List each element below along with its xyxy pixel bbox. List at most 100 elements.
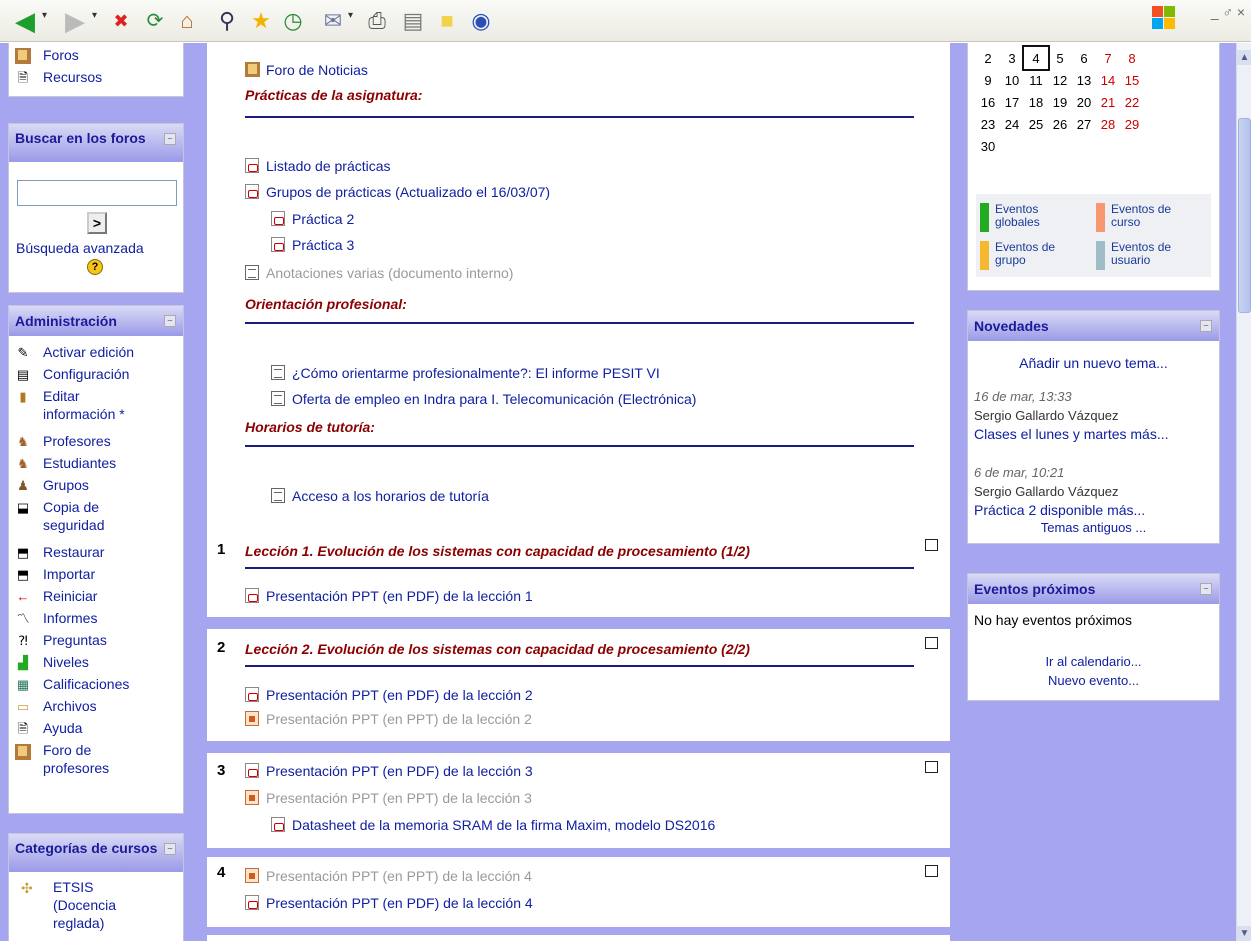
stop-icon[interactable]: ✖ bbox=[106, 6, 136, 36]
admin-item-preguntas[interactable]: ⁈ Preguntas bbox=[9, 631, 183, 653]
admin-item-grupos[interactable]: ♟ Grupos bbox=[9, 476, 183, 498]
admin-item-restaurar[interactable]: ⬒ Restaurar bbox=[9, 543, 183, 565]
mail-dropdown-icon[interactable]: ▾ bbox=[348, 10, 353, 21]
back-icon[interactable]: ◀ bbox=[10, 6, 40, 36]
help-icon[interactable]: ? bbox=[87, 259, 103, 275]
calendar-day[interactable]: 5 bbox=[1048, 47, 1072, 69]
calendar-day[interactable]: 17 bbox=[1000, 91, 1024, 113]
calendar-day[interactable]: 30 bbox=[976, 135, 1000, 157]
sidebar-item-foros[interactable]: Foros bbox=[9, 46, 183, 68]
tutoring-hours-link[interactable]: Acceso a los horarios de tutoría bbox=[271, 486, 489, 506]
highlight-checkbox[interactable] bbox=[925, 539, 938, 551]
highlight-checkbox[interactable] bbox=[925, 865, 938, 877]
admin-item-ayuda[interactable]: 🗎 Ayuda bbox=[9, 719, 183, 741]
search-input[interactable] bbox=[17, 180, 177, 206]
forward-icon[interactable]: ▶ bbox=[60, 6, 90, 36]
calendar-day[interactable]: 7 bbox=[1096, 47, 1120, 69]
favorites-star-icon[interactable]: ★ bbox=[246, 6, 276, 36]
calendar-day[interactable]: 20 bbox=[1072, 91, 1096, 113]
history-icon[interactable]: ◷ bbox=[278, 6, 308, 36]
notes-icon[interactable]: ■ bbox=[432, 6, 462, 36]
scroll-thumb[interactable] bbox=[1238, 118, 1251, 313]
practica-3-link[interactable]: Práctica 3 bbox=[271, 235, 354, 255]
messenger-icon[interactable]: ◉ bbox=[466, 6, 496, 36]
hide-block-icon[interactable]: – bbox=[1200, 583, 1212, 595]
calendar-day[interactable]: 12 bbox=[1048, 69, 1072, 91]
edit-icon[interactable]: ▤ bbox=[398, 6, 428, 36]
legend-user[interactable]: Eventos de usuario bbox=[1096, 241, 1192, 270]
resource-link[interactable]: Presentación PPT (en PDF) de la lección … bbox=[245, 893, 533, 913]
hide-block-icon[interactable]: – bbox=[164, 133, 176, 145]
scroll-up-icon[interactable]: ▲ bbox=[1237, 50, 1251, 65]
highlight-checkbox[interactable] bbox=[925, 637, 938, 649]
calendar-day[interactable]: 21 bbox=[1096, 91, 1120, 113]
calendar-day[interactable] bbox=[1024, 135, 1048, 157]
calendar-day[interactable]: 23 bbox=[976, 113, 1000, 135]
hidden-notes-link[interactable]: Anotaciones varias (documento interno) bbox=[245, 263, 513, 283]
calendar-day[interactable]: 19 bbox=[1048, 91, 1072, 113]
add-topic-link[interactable]: Añadir un nuevo tema... bbox=[968, 355, 1219, 371]
admin-item-archivos[interactable]: ▭ Archivos bbox=[9, 697, 183, 719]
orientation-report-link[interactable]: ¿Cómo orientarme profesionalmente?: El i… bbox=[271, 363, 660, 383]
window-controls[interactable]: _ ♂ × bbox=[1211, 4, 1245, 20]
admin-item-editar[interactable]: ▮ Editar información * bbox=[9, 387, 183, 432]
resource-link[interactable]: Presentación PPT (en PDF) de la lección … bbox=[245, 761, 533, 781]
calendar-day[interactable] bbox=[1000, 135, 1024, 157]
calendar-day[interactable]: 10 bbox=[1000, 69, 1024, 91]
calendar-day[interactable]: 6 bbox=[1072, 47, 1096, 69]
calendar-link[interactable]: Ir al calendario... bbox=[968, 654, 1219, 669]
calendar-day[interactable]: 15 bbox=[1120, 69, 1144, 91]
legend-global[interactable]: Eventos globales bbox=[980, 203, 1076, 232]
calendar-day[interactable]: 24 bbox=[1000, 113, 1024, 135]
calendar-day[interactable]: 9 bbox=[976, 69, 1000, 91]
calendar-day[interactable]: 14 bbox=[1096, 69, 1120, 91]
sidebar-item-recursos[interactable]: 🗎 Recursos bbox=[9, 68, 183, 90]
legend-group[interactable]: Eventos de grupo bbox=[980, 241, 1076, 270]
admin-item-niveles[interactable]: ▟ Niveles bbox=[9, 653, 183, 675]
calendar-day[interactable] bbox=[1048, 135, 1072, 157]
home-icon[interactable]: ⌂ bbox=[172, 6, 202, 36]
practica-2-link[interactable]: Práctica 2 bbox=[271, 209, 354, 229]
back-dropdown-icon[interactable]: ▾ bbox=[42, 10, 47, 21]
mail-icon[interactable]: ✉ bbox=[318, 6, 348, 36]
hide-block-icon[interactable]: – bbox=[164, 315, 176, 327]
forward-dropdown-icon[interactable]: ▾ bbox=[92, 10, 97, 21]
hidden-resource-link[interactable]: Presentación PPT (en PPT) de la lección … bbox=[245, 866, 532, 886]
hide-block-icon[interactable]: – bbox=[1200, 320, 1212, 332]
news-forum-link[interactable]: Foro de Noticias bbox=[245, 60, 368, 80]
practicas-groups-link[interactable]: Grupos de prácticas (Actualizado el 16/0… bbox=[245, 182, 550, 202]
calendar-day[interactable] bbox=[1072, 135, 1096, 157]
calendar-day[interactable]: 25 bbox=[1024, 113, 1048, 135]
calendar-day[interactable]: 3 bbox=[1000, 47, 1024, 69]
calendar-day[interactable]: 2 bbox=[976, 47, 1000, 69]
scroll-down-icon[interactable]: ▼ bbox=[1237, 926, 1251, 941]
calendar-day[interactable]: 27 bbox=[1072, 113, 1096, 135]
highlight-checkbox[interactable] bbox=[925, 761, 938, 773]
admin-item-importar[interactable]: ⬒ Importar bbox=[9, 565, 183, 587]
calendar-day[interactable]: 28 bbox=[1096, 113, 1120, 135]
calendar-day[interactable]: 18 bbox=[1024, 91, 1048, 113]
hide-block-icon[interactable]: – bbox=[164, 843, 176, 855]
calendar-day[interactable]: 26 bbox=[1048, 113, 1072, 135]
job-offer-link[interactable]: Oferta de empleo en Indra para I. Teleco… bbox=[271, 389, 696, 409]
older-topics-link[interactable]: Temas antiguos ... bbox=[968, 520, 1219, 535]
admin-item-profesores[interactable]: ♞ Profesores bbox=[9, 432, 183, 454]
advanced-search-link[interactable]: Búsqueda avanzada bbox=[16, 240, 144, 256]
calendar-day[interactable] bbox=[1120, 135, 1144, 157]
calendar-day[interactable]: 13 bbox=[1072, 69, 1096, 91]
calendar-day[interactable] bbox=[1096, 135, 1120, 157]
hidden-resource-link[interactable]: Presentación PPT (en PPT) de la lección … bbox=[245, 788, 532, 808]
calendar-day[interactable]: 22 bbox=[1120, 91, 1144, 113]
print-icon[interactable]: ⎙ bbox=[362, 6, 392, 36]
admin-item-configuración[interactable]: ▤ Configuración bbox=[9, 365, 183, 387]
search-submit-button[interactable]: > bbox=[87, 212, 107, 234]
admin-item-foro-de[interactable]: Foro de profesores bbox=[9, 741, 183, 786]
calendar-day[interactable]: 8 bbox=[1120, 47, 1144, 69]
admin-item-reiniciar[interactable]: ← Reiniciar bbox=[9, 587, 183, 609]
admin-item-activar-edición[interactable]: ✎ Activar edición bbox=[9, 343, 183, 365]
calendar-day[interactable]: 11 bbox=[1024, 69, 1048, 91]
practicas-list-link[interactable]: Listado de prácticas bbox=[245, 156, 391, 176]
legend-course[interactable]: Eventos de curso bbox=[1096, 203, 1192, 232]
search-icon[interactable]: ⚲ bbox=[212, 6, 242, 36]
vertical-scrollbar[interactable]: ▲ ▼ bbox=[1236, 43, 1251, 941]
